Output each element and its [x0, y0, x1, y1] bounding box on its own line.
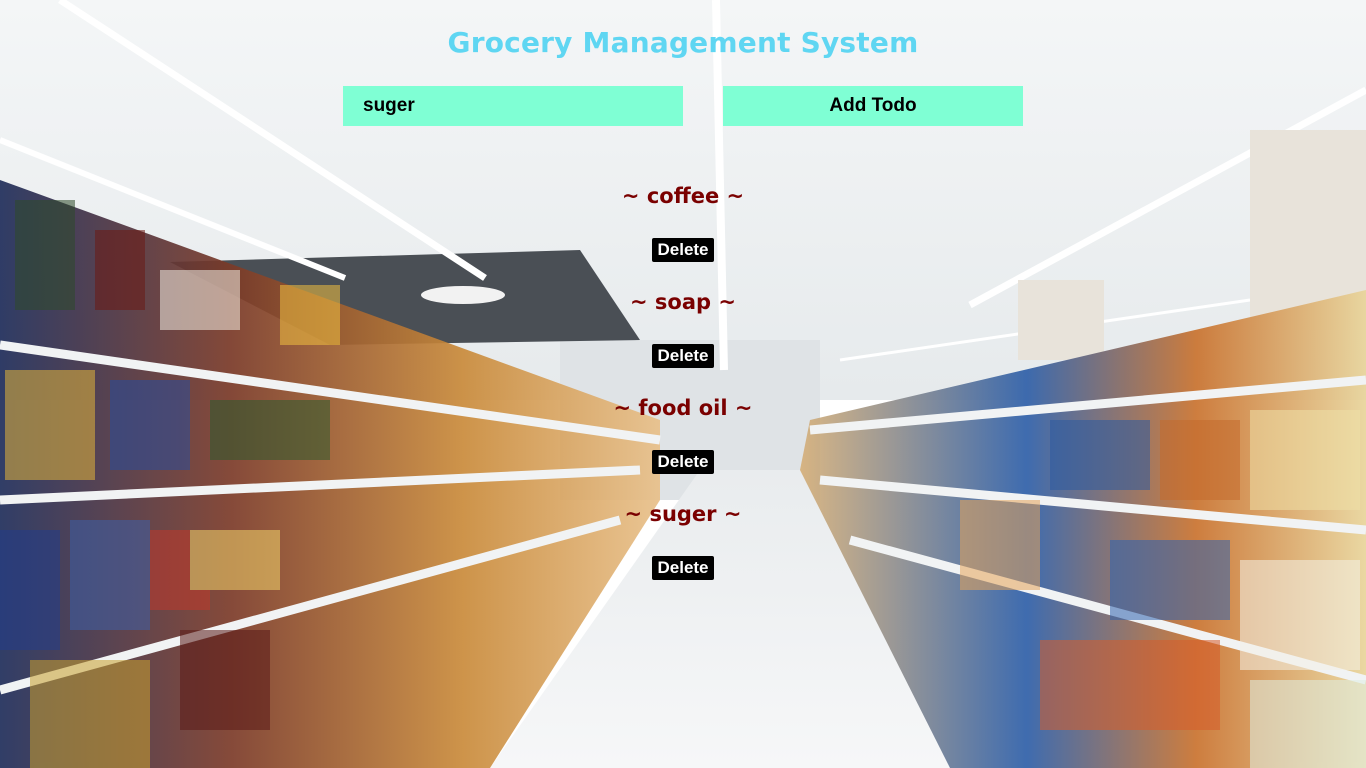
- page-title: Grocery Management System: [447, 26, 919, 59]
- todo-list: ~ coffee ~ Delete ~ soap ~ Delete ~ food…: [0, 178, 1366, 602]
- delete-button[interactable]: Delete: [652, 450, 714, 474]
- todo-item-suger: ~ suger ~ Delete: [0, 496, 1366, 602]
- add-todo-button[interactable]: Add Todo: [723, 86, 1023, 126]
- delete-button[interactable]: Delete: [652, 344, 714, 368]
- todo-item-food-oil: ~ food oil ~ Delete: [0, 390, 1366, 496]
- todo-input[interactable]: [343, 86, 683, 126]
- delete-button[interactable]: Delete: [652, 238, 714, 262]
- todo-item-text: ~ coffee ~: [621, 184, 745, 208]
- todo-item-text: ~ suger ~: [624, 502, 742, 526]
- todo-item-coffee: ~ coffee ~ Delete: [0, 178, 1366, 284]
- delete-button[interactable]: Delete: [652, 556, 714, 580]
- todo-item-text: ~ food oil ~: [613, 396, 753, 420]
- todo-item-text: ~ soap ~: [630, 290, 736, 314]
- todo-item-soap: ~ soap ~ Delete: [0, 284, 1366, 390]
